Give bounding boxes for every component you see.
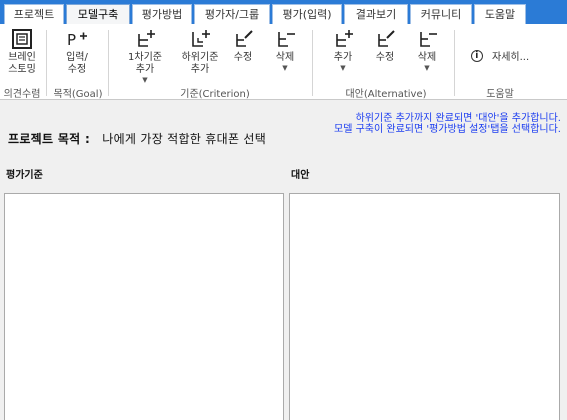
tab-evaluation-input[interactable]: 평가(입력) <box>272 4 342 24</box>
project-goal: 프로젝트 목적 : 나에게 가장 적합한 휴대폰 선택 <box>8 130 266 147</box>
brainstorm-button[interactable]: 브레인 스토밍 <box>4 28 40 76</box>
tree-delete-icon <box>278 32 295 47</box>
svg-text:P: P <box>67 31 76 49</box>
alternative-add-button[interactable]: 추가 ▼ <box>328 28 358 72</box>
hint-line-2: 모델 구축이 완료되면 '평가방법 설정'탭을 선택합니다. <box>334 124 561 135</box>
goal-input-label-1: 입력/ <box>66 52 88 63</box>
goal-plus-icon: P <box>67 31 87 49</box>
alternative-delete-label: 삭제 <box>417 52 437 63</box>
criterion-sub-add-button[interactable]: 하위기준 추가 <box>176 28 224 76</box>
alternative-delete-button[interactable]: 삭제 ▼ <box>412 28 442 72</box>
tree-add-icon <box>138 30 155 47</box>
ribbon-separator <box>108 30 109 96</box>
criterion-add-label-2: 추가 <box>135 64 155 75</box>
tab-help[interactable]: 도움말 <box>474 4 526 24</box>
criterion-edit-label: 수정 <box>233 52 253 63</box>
criterion-add-button[interactable]: 1차기준 추가 ▼ <box>122 28 168 84</box>
brainstorm-icon <box>12 29 32 49</box>
ribbon-panel: 브레인 스토밍 의견수렴 P 입력/ 수정 목적(Goal) 1차기준 추가 ▼ <box>0 24 567 100</box>
brainstorm-label-1: 브레인 <box>8 52 36 63</box>
tab-eval-method[interactable]: 평가방법 <box>132 4 192 24</box>
criteria-panel-title: 평가기준 <box>6 170 43 181</box>
tab-project[interactable]: 프로젝트 <box>4 4 64 24</box>
criterion-sub-label-2: 추가 <box>190 64 210 75</box>
tree-delete-icon <box>420 32 437 47</box>
criteria-tree-panel[interactable] <box>4 193 284 420</box>
chevron-down-icon: ▼ <box>142 76 148 84</box>
ribbon-separator <box>454 30 455 96</box>
group-label-help: 도움말 <box>486 89 514 100</box>
tab-community[interactable]: 커뮤니티 <box>410 4 472 24</box>
ribbon-tab-bar: 프로젝트 모델구축 평가방법 평가자/그룹 평가(입력) 결과보기 커뮤니티 도… <box>0 0 567 24</box>
alternative-edit-label: 수정 <box>375 52 395 63</box>
chevron-down-icon: ▼ <box>340 64 346 72</box>
project-goal-label: 프로젝트 목적 : <box>8 132 91 146</box>
chevron-down-icon: ▼ <box>424 64 430 72</box>
ribbon-separator <box>312 30 313 96</box>
subtree-add-icon <box>192 30 210 47</box>
alternative-add-label: 추가 <box>333 52 353 63</box>
tab-model-build[interactable]: 모델구축 <box>66 4 130 24</box>
group-label-opinion: 의견수렴 <box>3 89 41 100</box>
project-goal-value: 나에게 가장 적합한 휴대폰 선택 <box>102 132 267 146</box>
chevron-down-icon: ▼ <box>282 64 288 72</box>
tab-evaluator-group[interactable]: 평가자/그룹 <box>194 4 270 24</box>
group-label-criterion: 기준(Criterion) <box>180 89 250 100</box>
brainstorm-label-2: 스토밍 <box>8 64 36 75</box>
info-icon: i <box>470 49 483 62</box>
guide-hint: 하위기준 추가까지 완료되면 '대안'을 추가합니다. 모델 구축이 완료되면 … <box>334 113 561 135</box>
goal-input-button[interactable]: P 입력/ 수정 <box>60 28 94 76</box>
ribbon-separator <box>46 30 47 96</box>
criterion-delete-button[interactable]: 삭제 ▼ <box>270 28 300 72</box>
group-label-goal: 목적(Goal) <box>53 89 103 100</box>
alternatives-panel-title: 대안 <box>291 170 310 181</box>
tab-results[interactable]: 결과보기 <box>344 4 408 24</box>
details-label: 자세히... <box>492 52 530 63</box>
goal-input-label-2: 수정 <box>67 64 87 75</box>
alternative-edit-button[interactable]: 수정 <box>370 28 400 64</box>
criterion-delete-label: 삭제 <box>275 52 295 63</box>
criterion-add-label-1: 1차기준 <box>128 52 162 63</box>
criterion-sub-label-1: 하위기준 <box>181 52 219 63</box>
group-label-alternative: 대안(Alternative) <box>345 89 427 100</box>
details-button[interactable]: i 자세히... <box>464 48 536 63</box>
alternatives-list-panel[interactable] <box>289 193 560 420</box>
tree-add-icon <box>336 30 353 47</box>
hint-line-1: 하위기준 추가까지 완료되면 '대안'을 추가합니다. <box>355 113 561 124</box>
tree-edit-icon <box>378 30 395 47</box>
criterion-edit-button[interactable]: 수정 <box>228 28 258 64</box>
tree-edit-icon <box>236 30 253 47</box>
